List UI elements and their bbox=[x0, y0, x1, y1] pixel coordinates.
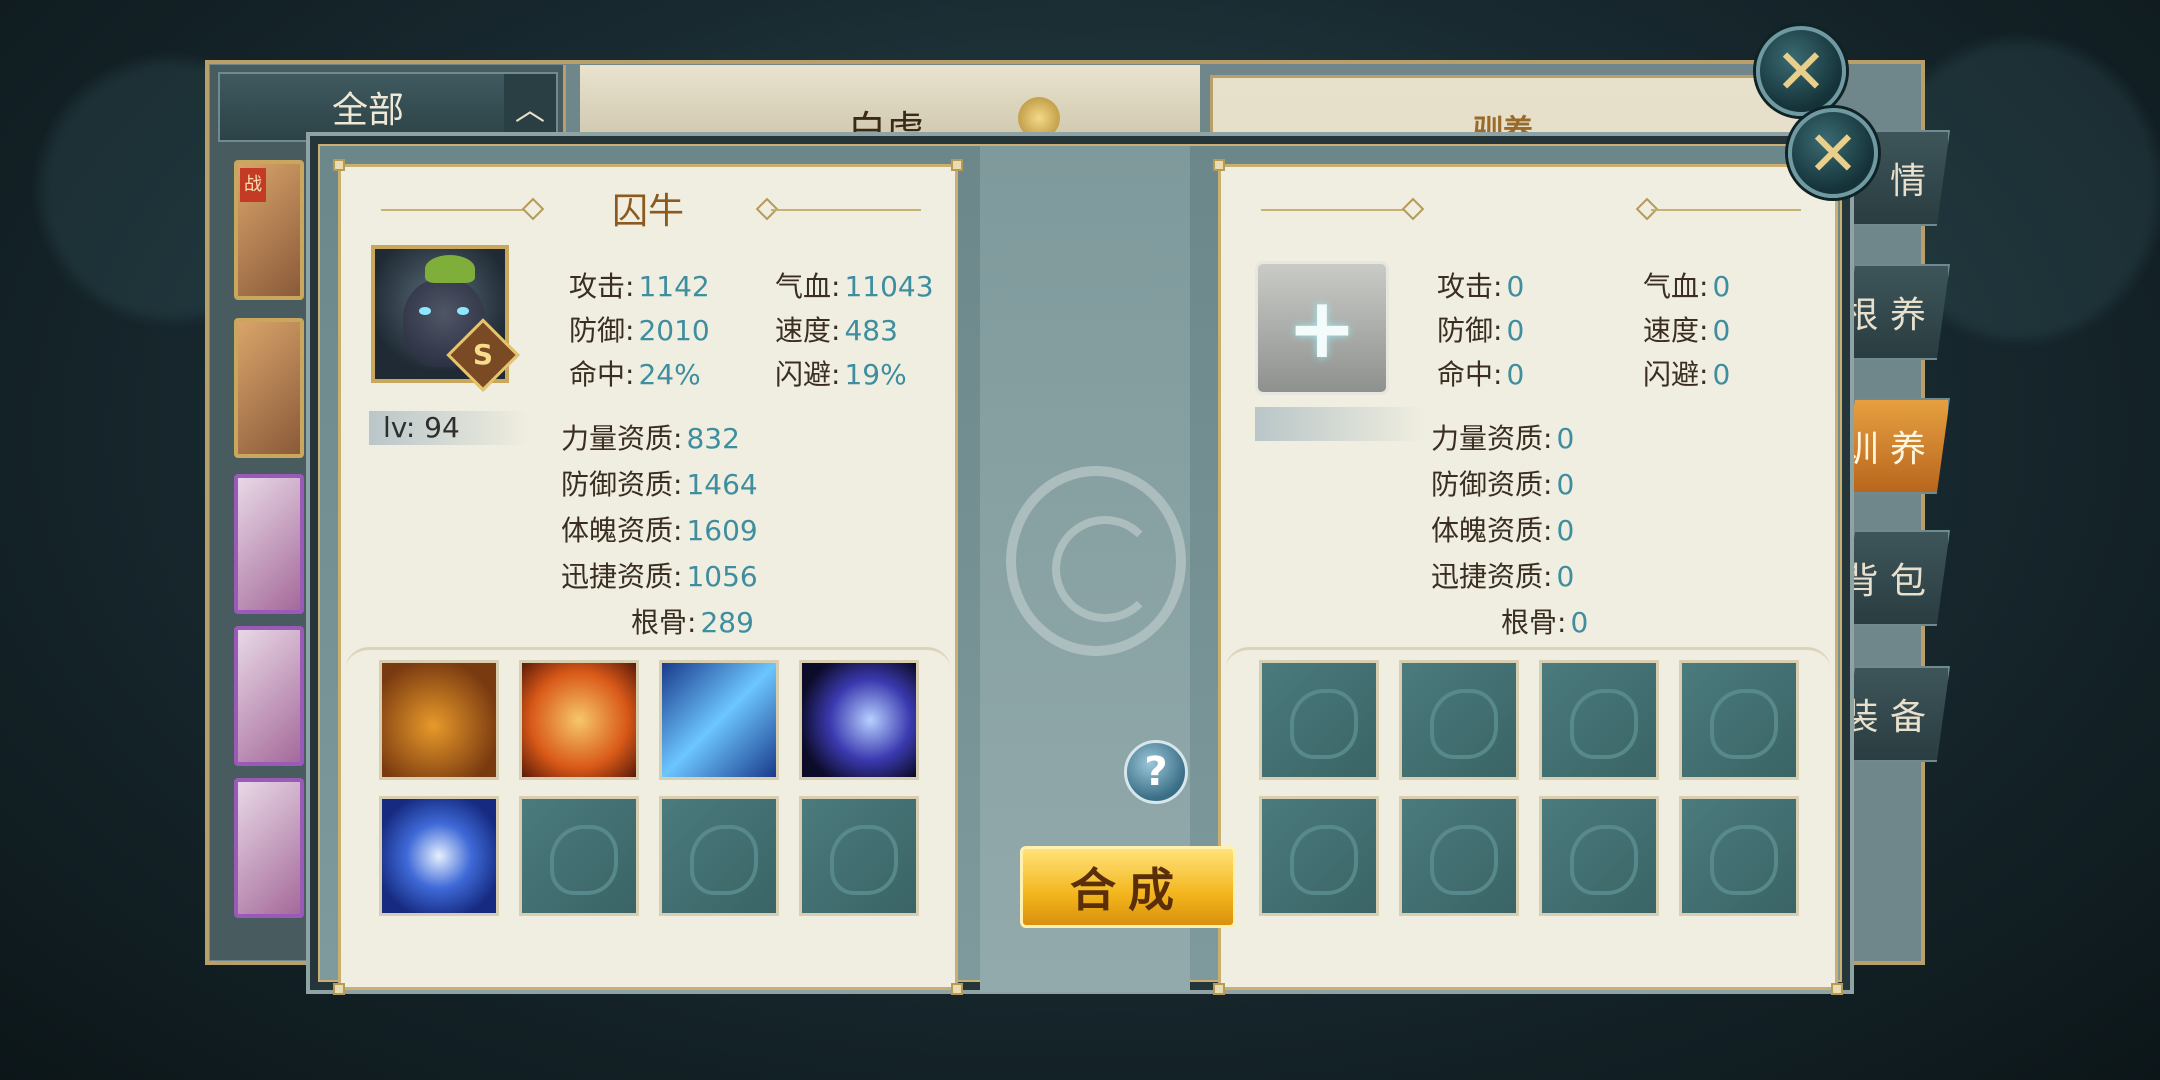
close-dialog-button[interactable]: ✕ bbox=[1788, 108, 1878, 198]
pet-list-item[interactable] bbox=[234, 626, 304, 766]
aptitude-bone: 根骨: 0 bbox=[1501, 606, 1589, 639]
main-pet-card: 囚牛 S lv: 94 攻击: 1142 气血: 11043 防御: 2010 速度:… bbox=[333, 159, 963, 995]
skill-grid bbox=[1225, 647, 1831, 977]
pet-list-item[interactable] bbox=[234, 778, 304, 918]
stat-hp: 气血: 0 bbox=[1643, 270, 1731, 303]
portrait-eye bbox=[419, 307, 431, 315]
help-button[interactable]: ? bbox=[1124, 740, 1188, 804]
skill-grid bbox=[345, 647, 951, 977]
dragon-emblem-icon bbox=[1006, 466, 1186, 656]
claw-strike-skill-icon[interactable] bbox=[799, 660, 919, 780]
roaring-beast-skill-icon[interactable] bbox=[379, 660, 499, 780]
stat-hp: 气血: 11043 bbox=[775, 270, 934, 303]
stat-speed: 速度: 483 bbox=[775, 314, 898, 347]
empty-skill-slot[interactable] bbox=[1259, 796, 1379, 916]
empty-skill-slot[interactable] bbox=[1679, 796, 1799, 916]
aptitude-defense: 防御资质: 0 bbox=[1431, 468, 1575, 501]
portrait-eye bbox=[457, 307, 469, 315]
title-divider bbox=[771, 209, 921, 211]
empty-skill-slot[interactable] bbox=[1399, 660, 1519, 780]
aptitude-defense: 防御资质: 1464 bbox=[561, 468, 758, 501]
empty-skill-slot[interactable] bbox=[1399, 796, 1519, 916]
dialog-body: 囚牛 S lv: 94 攻击: 1142 气血: 11043 防御: 2010 速度:… bbox=[318, 144, 1843, 995]
filter-label: 全部 bbox=[332, 90, 405, 131]
title-divider bbox=[1651, 209, 1801, 211]
aptitude-strength: 力量资质: 0 bbox=[1431, 422, 1575, 455]
diamond-ornament-icon bbox=[521, 197, 545, 221]
tab-raise[interactable]: 根 养 bbox=[1840, 264, 1950, 360]
empty-skill-slot[interactable] bbox=[1539, 796, 1659, 916]
empty-skill-slot[interactable] bbox=[659, 796, 779, 916]
corner-ornament bbox=[333, 983, 345, 995]
empty-skill-slot[interactable] bbox=[799, 796, 919, 916]
empty-skill-slot[interactable] bbox=[1259, 660, 1379, 780]
aptitude-strength: 力量资质: 832 bbox=[561, 422, 740, 455]
tab-equipment[interactable]: 装 备 bbox=[1840, 666, 1950, 762]
level-bar-empty bbox=[1255, 407, 1425, 441]
close-icon: ✕ bbox=[1807, 116, 1859, 190]
portrait-hair bbox=[425, 255, 475, 283]
add-pet-slot[interactable]: + bbox=[1255, 261, 1389, 395]
aptitude-physique: 体魄资质: 1609 bbox=[561, 514, 758, 547]
diamond-ornament-icon bbox=[1401, 197, 1425, 221]
level-label: lv: 94 bbox=[369, 411, 529, 445]
corner-ornament bbox=[1213, 983, 1225, 995]
stat-dodge: 闪避: 0 bbox=[1643, 358, 1731, 391]
empty-skill-slot[interactable] bbox=[1679, 660, 1799, 780]
tab-bag[interactable]: 背 包 bbox=[1840, 530, 1950, 626]
title-divider bbox=[1261, 209, 1411, 211]
compose-button[interactable]: 合成 bbox=[1020, 846, 1236, 928]
aptitude-agility: 迅捷资质: 0 bbox=[1431, 560, 1575, 593]
pet-list-item[interactable] bbox=[234, 318, 304, 458]
stat-hit: 命中: 0 bbox=[1437, 358, 1525, 391]
close-icon: ✕ bbox=[1775, 34, 1827, 108]
corner-ornament bbox=[951, 159, 963, 171]
aptitude-agility: 迅捷资质: 1056 bbox=[561, 560, 758, 593]
stat-defense: 防御: 0 bbox=[1437, 314, 1525, 347]
flame-shield-skill-icon[interactable] bbox=[519, 660, 639, 780]
vortex-skill-icon[interactable] bbox=[379, 796, 499, 916]
corner-ornament bbox=[1213, 159, 1225, 171]
tab-train[interactable]: 训 养 bbox=[1840, 398, 1950, 494]
war-tag: 战 bbox=[240, 168, 266, 202]
synthesis-dialog: 囚牛 S lv: 94 攻击: 1142 气血: 11043 防御: 2010 速度:… bbox=[306, 132, 1854, 995]
aptitude-physique: 体魄资质: 0 bbox=[1431, 514, 1575, 547]
corner-ornament bbox=[333, 159, 345, 171]
title-divider bbox=[381, 209, 531, 211]
chevron-up-icon[interactable]: ︿ bbox=[504, 74, 556, 140]
card-title-row: 囚牛 bbox=[341, 183, 955, 233]
corner-ornament bbox=[1831, 983, 1843, 995]
pet-list-item[interactable]: 战 bbox=[234, 160, 304, 300]
pet-list-item[interactable] bbox=[234, 474, 304, 614]
pet-title: 囚牛 bbox=[611, 191, 684, 232]
stat-attack: 攻击: 1142 bbox=[569, 270, 710, 303]
secondary-pet-card: + 攻击: 0 气血: 0 防御: 0 速度: 0 命中: 0 闪避: 0 力量资质: 0 防… bbox=[1213, 159, 1843, 995]
aptitude-bone: 根骨: 289 bbox=[631, 606, 754, 639]
empty-skill-slot[interactable] bbox=[519, 796, 639, 916]
plus-icon: + bbox=[1286, 279, 1358, 377]
close-panel-button[interactable]: ✕ bbox=[1756, 26, 1846, 116]
stat-dodge: 闪避: 19% bbox=[775, 358, 907, 391]
question-icon: ? bbox=[1144, 749, 1168, 795]
corner-ornament bbox=[951, 983, 963, 995]
empty-skill-slot[interactable] bbox=[1539, 660, 1659, 780]
stat-hit: 命中: 24% bbox=[569, 358, 701, 391]
card-title-row bbox=[1221, 183, 1835, 233]
stat-attack: 攻击: 0 bbox=[1437, 270, 1525, 303]
stat-speed: 速度: 0 bbox=[1643, 314, 1731, 347]
stat-defense: 防御: 2010 bbox=[569, 314, 710, 347]
lightning-slash-skill-icon[interactable] bbox=[659, 660, 779, 780]
